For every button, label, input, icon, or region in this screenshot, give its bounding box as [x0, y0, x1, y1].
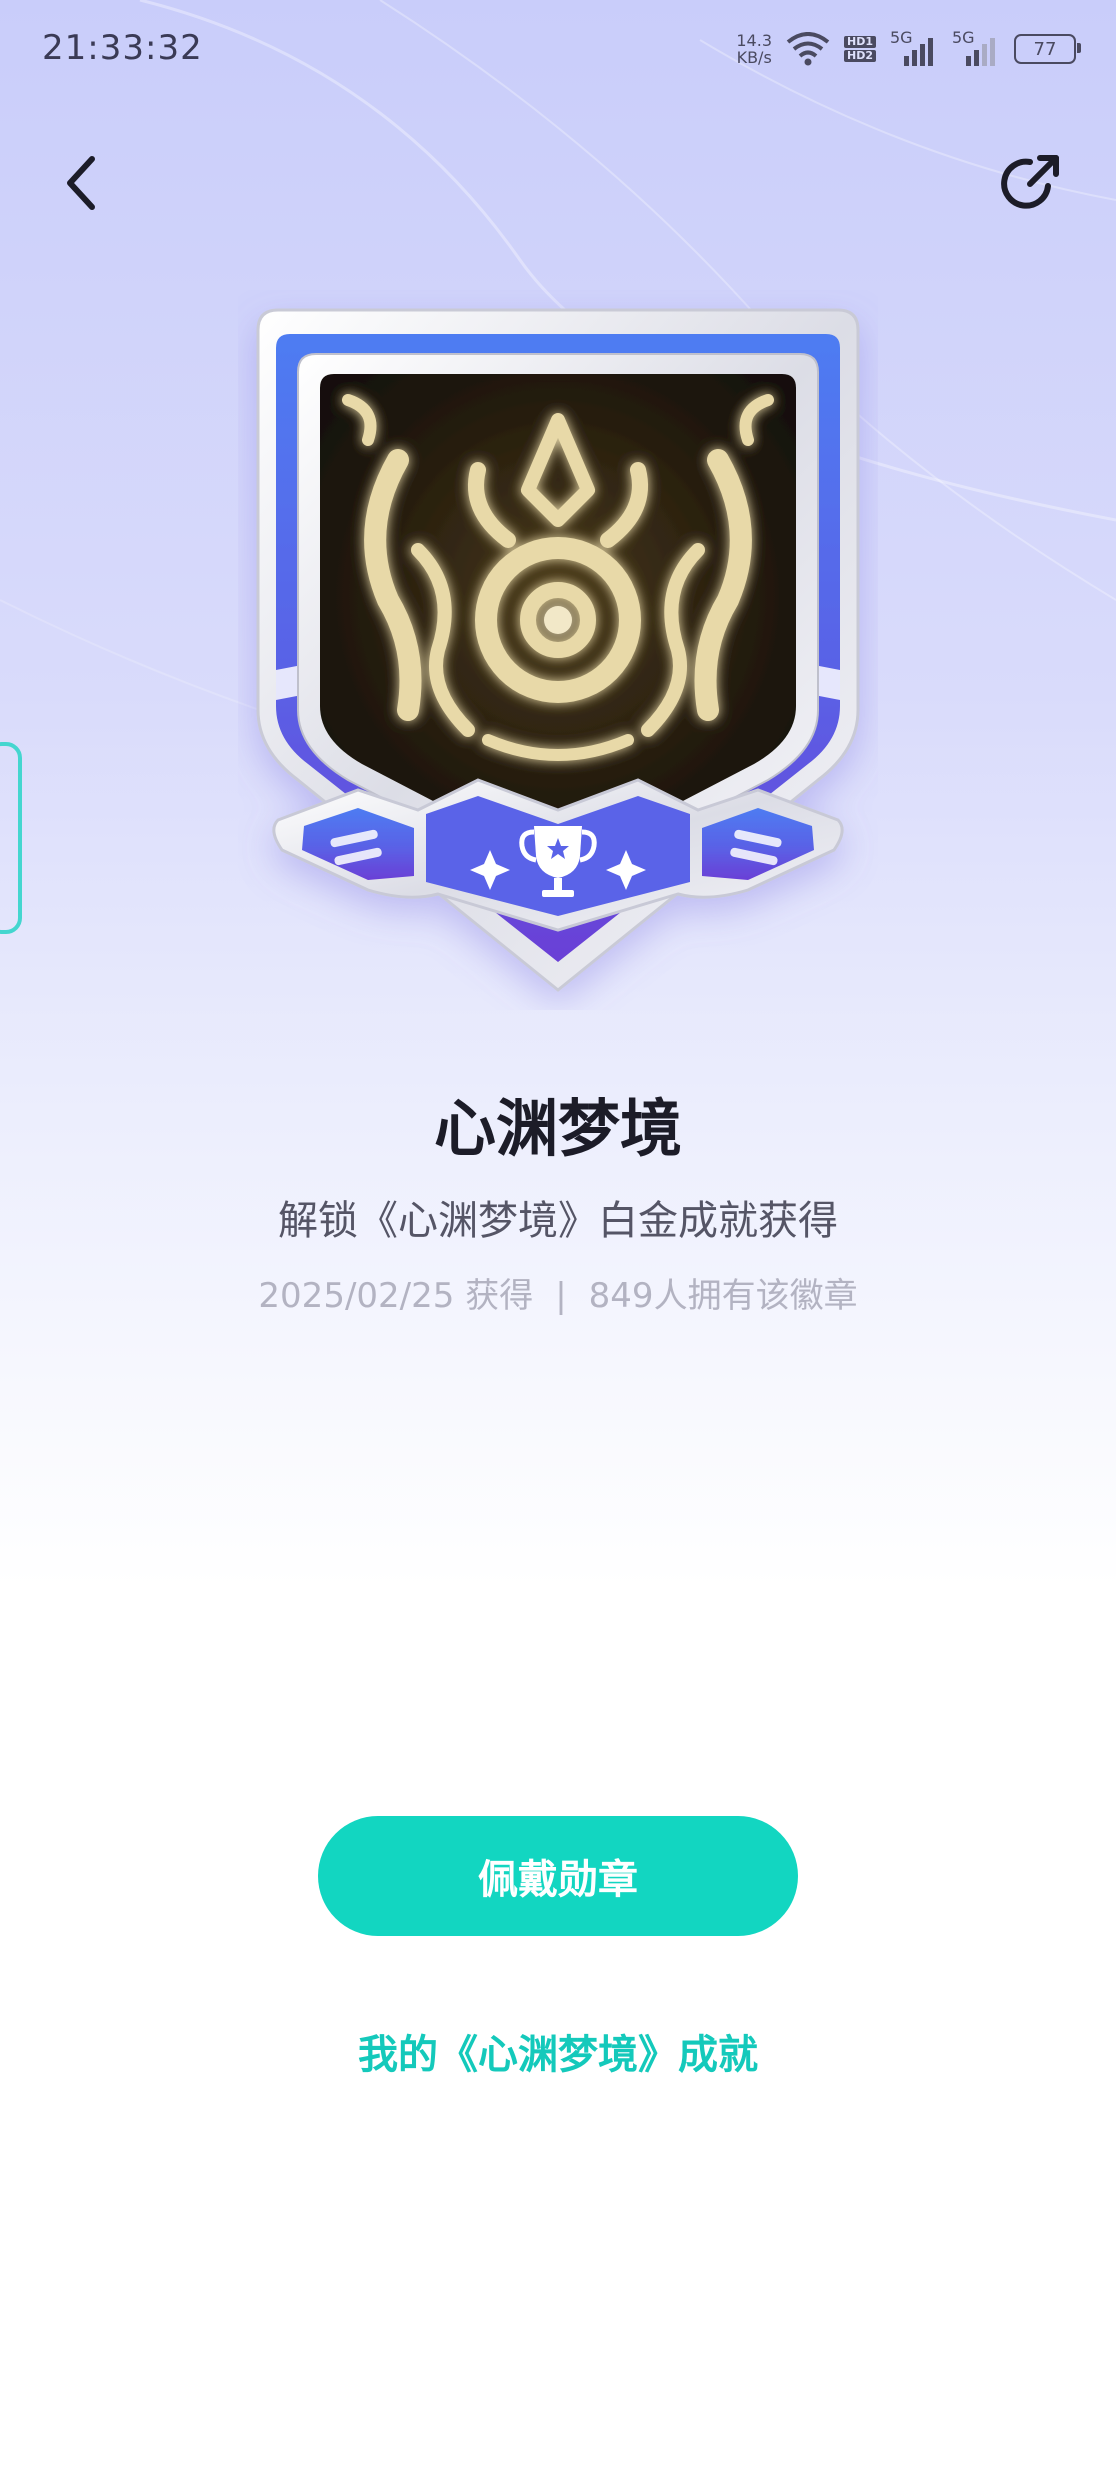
achievement-badge	[256, 308, 860, 992]
hd-indicator: HD1 HD2	[844, 36, 876, 62]
badge-obtained-date: 2025/02/25 获得	[258, 1276, 534, 1316]
badge-meta: 2025/02/25 获得 | 849人拥有该徽章	[0, 1268, 1116, 1317]
status-bar: 21:33:32 14.3 KB/s HD1 HD2 5G 5G 77	[0, 0, 1116, 100]
share-button[interactable]	[996, 148, 1066, 218]
badge-owner-count: 849人拥有该徽章	[588, 1276, 858, 1316]
badge-description: 解锁《心渊梦境》白金成就获得	[278, 1198, 838, 1244]
status-time: 21:33:32	[42, 28, 203, 68]
meta-separator: |	[555, 1276, 567, 1316]
wear-badge-button[interactable]: 佩戴勋章	[318, 1816, 798, 1936]
badge-title: 心渊梦境	[433, 1092, 682, 1165]
wifi-icon	[786, 32, 830, 66]
back-button[interactable]	[52, 150, 112, 216]
signal-icon-2: 5G	[952, 28, 1000, 66]
battery-icon: 77	[1014, 34, 1081, 64]
chevron-left-icon	[67, 156, 95, 210]
share-arrow-icon	[1001, 155, 1059, 209]
my-achievement-link[interactable]: 我的《心渊梦境》成就	[0, 2022, 1116, 2080]
status-icons: 14.3 KB/s HD1 HD2 5G 5G 77	[736, 24, 1081, 74]
signal-icon-1: 5G	[890, 28, 938, 66]
floating-edge-tab[interactable]	[0, 742, 22, 934]
network-speed: 14.3 KB/s	[736, 31, 772, 67]
